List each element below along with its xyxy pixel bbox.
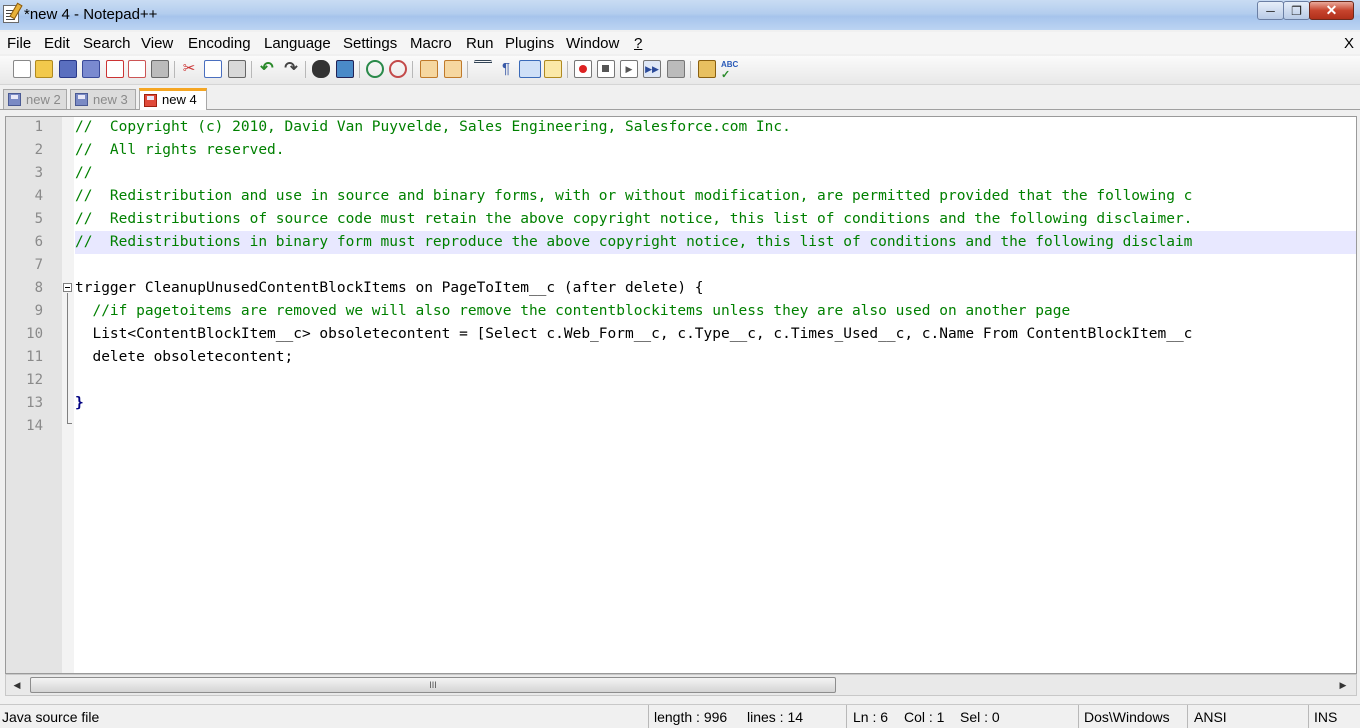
code-line: 10 List<ContentBlockItem__c> obsoletecon… [26, 326, 1193, 342]
tab-new-2[interactable]: new 2 [3, 89, 67, 109]
open-file-icon[interactable] [35, 60, 53, 78]
restore-icon: ❐ [1291, 3, 1302, 18]
copy-icon[interactable] [204, 60, 222, 78]
editor-area[interactable]: 1// Copyright (c) 2010, David Van Puyvel… [5, 116, 1357, 674]
scrollbar-grip: III [429, 680, 437, 690]
status-length: length : 996 [654, 709, 728, 725]
menu-search[interactable]: Search [83, 35, 131, 52]
saved-disk-icon [8, 93, 21, 106]
spell-check-icon[interactable]: ABC ✓ [721, 60, 739, 81]
tab-bar: new 2 new 3 new 4 [0, 87, 1360, 110]
minimize-button[interactable]: ─ [1257, 1, 1284, 20]
indent-guide-icon[interactable] [519, 60, 541, 78]
code-line: 3// [34, 165, 93, 181]
menu-edit[interactable]: Edit [44, 35, 70, 52]
code-line: 12 [26, 372, 43, 388]
save-all-icon[interactable] [82, 60, 100, 78]
status-lines: lines : 14 [747, 709, 804, 725]
code-line: 2// All rights reserved. [34, 142, 285, 158]
status-insert-mode: INS [1314, 709, 1338, 725]
tab-new-3[interactable]: new 3 [70, 89, 136, 109]
menu-help[interactable]: ? [634, 35, 642, 52]
print-icon[interactable] [151, 60, 169, 78]
close-document-button[interactable]: X [1344, 35, 1354, 52]
menu-settings[interactable]: Settings [343, 35, 397, 52]
record-macro-icon[interactable] [574, 60, 592, 78]
play-macro-icon[interactable]: ▶ [620, 60, 638, 78]
close-all-icon[interactable] [128, 60, 146, 78]
code-line: 7 [34, 257, 43, 273]
tab-label: new 2 [26, 92, 61, 107]
code-line: 1// Copyright (c) 2010, David Van Puyvel… [34, 119, 791, 135]
menu-window[interactable]: Window [566, 35, 619, 52]
status-line-number: Ln : 6 [853, 709, 889, 725]
code-line: 14 [26, 418, 43, 434]
save-macro-icon[interactable] [667, 60, 685, 78]
tab-label: new 3 [93, 92, 128, 107]
doc-map-icon[interactable] [544, 60, 562, 78]
status-column: Col : 1 [904, 709, 945, 725]
menu-view[interactable]: View [141, 35, 173, 52]
current-code-line: 6// Redistributions in binary form must … [6, 231, 1356, 254]
run-macro-multiple-icon[interactable]: ▶▶ [643, 60, 661, 78]
new-file-icon[interactable] [13, 60, 31, 78]
close-icon: ✕ [1325, 2, 1338, 18]
menu-encoding[interactable]: Encoding [188, 35, 251, 52]
tab-new-4[interactable]: new 4 [139, 88, 207, 110]
menu-file[interactable]: File [7, 35, 31, 52]
notepad-app-icon[interactable] [3, 5, 19, 23]
word-wrap-icon[interactable] [474, 60, 492, 78]
saved-disk-icon [75, 93, 88, 106]
save-icon[interactable] [59, 60, 77, 78]
minimize-icon: ─ [1266, 3, 1275, 18]
code-line: 4// Redistribution and use in source and… [34, 188, 1193, 204]
menu-macro[interactable]: Macro [410, 35, 452, 52]
status-encoding: ANSI [1194, 709, 1227, 725]
launch-browser-icon[interactable] [698, 60, 716, 78]
code-line: 9 //if pagetoitems are removed we will a… [34, 303, 1071, 319]
menu-bar: File Edit Search View Encoding Language … [0, 32, 1360, 54]
status-eol-format: Dos\Windows [1084, 709, 1170, 725]
code-line: 8 trigger CleanupUnusedContentBlockItems … [34, 280, 704, 296]
toolbar: ✂ ↶ ↷ ¶ ▶ ▶▶ ABC ✓ [0, 56, 1360, 85]
horizontal-scrollbar[interactable]: ◀ III ▶ [5, 674, 1357, 696]
title-bar: *new 4 - Notepad++ ─ ❐ ✕ [0, 0, 1360, 30]
close-icon[interactable] [106, 60, 124, 78]
menu-run[interactable]: Run [466, 35, 494, 52]
show-all-chars-icon[interactable]: ¶ [497, 60, 515, 78]
menu-language[interactable]: Language [264, 35, 331, 52]
replace-icon[interactable] [336, 60, 354, 78]
tab-label: new 4 [162, 92, 197, 107]
code-line: 11 delete obsoletecontent; [26, 349, 294, 365]
scroll-right-icon[interactable]: ▶ [1336, 678, 1350, 692]
status-selection: Sel : 0 [960, 709, 1000, 725]
sync-horizontal-icon[interactable] [444, 60, 462, 78]
close-window-button[interactable]: ✕ [1309, 1, 1354, 20]
find-icon[interactable] [312, 60, 330, 78]
status-bar: Java source file length : 996 lines : 14… [0, 704, 1360, 728]
sync-vertical-icon[interactable] [420, 60, 438, 78]
scroll-left-icon[interactable]: ◀ [10, 678, 24, 692]
unsaved-disk-icon [144, 94, 157, 107]
redo-icon[interactable]: ↷ [282, 60, 300, 78]
code-line: 5// Redistributions of source code must … [34, 211, 1193, 227]
menu-plugins[interactable]: Plugins [505, 35, 554, 52]
status-file-type: Java source file [2, 709, 100, 725]
window-title: *new 4 - Notepad++ [24, 6, 158, 23]
code-line: 13} [26, 395, 84, 411]
paste-icon[interactable] [228, 60, 246, 78]
maximize-button[interactable]: ❐ [1283, 1, 1310, 20]
scrollbar-thumb[interactable]: III [30, 677, 836, 693]
cut-icon[interactable]: ✂ [180, 60, 198, 78]
zoom-out-icon[interactable] [389, 60, 407, 78]
undo-icon[interactable]: ↶ [258, 60, 276, 78]
zoom-in-icon[interactable] [366, 60, 384, 78]
stop-record-icon[interactable] [597, 60, 615, 78]
